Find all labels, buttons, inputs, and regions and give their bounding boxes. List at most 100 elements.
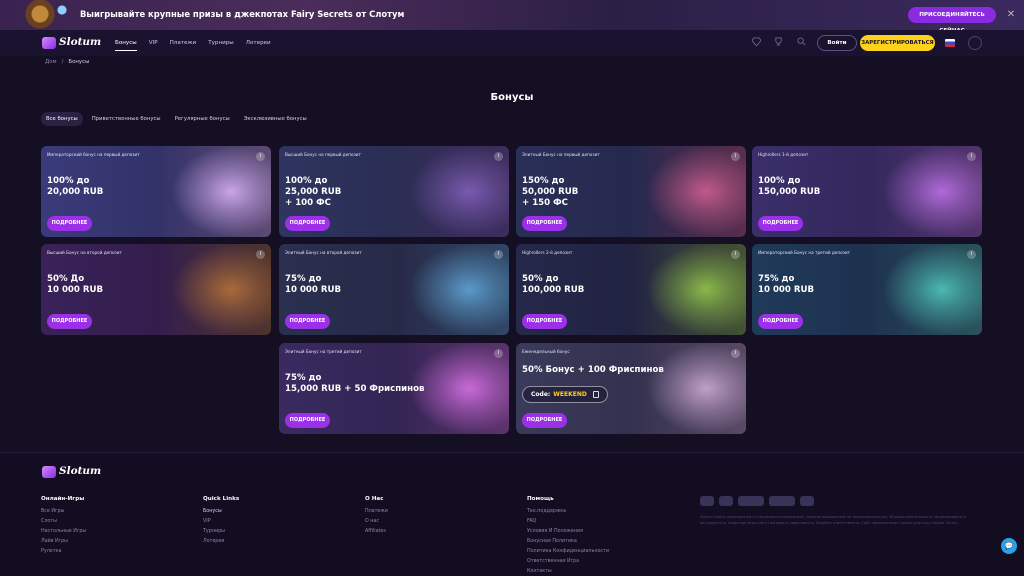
footer: Slotum Онлайн-Игры Все Игры Слоты Настольны… (0, 452, 1024, 576)
footer-link[interactable]: Бонусы (203, 507, 239, 517)
footer-link[interactable]: Лайв Игры (41, 537, 86, 547)
promo-code-label: Code: (531, 391, 551, 398)
footer-link[interactable]: Платежи (365, 507, 388, 517)
footer-link[interactable]: Тех.поддержка (527, 507, 609, 517)
footer-link[interactable]: Ответственная Игра (527, 557, 609, 567)
details-button[interactable]: ПОДРОБНЕЕ (758, 216, 803, 231)
bonus-card-offer: 100% до 150,000 RUB (758, 176, 821, 197)
bonus-card-offer: 150% до 50,000 RUB + 150 ФС (522, 176, 579, 208)
footer-link[interactable]: Турниры (203, 527, 239, 537)
tab-exclusive-bonuses[interactable]: Эксклюзивные бонусы (239, 112, 312, 126)
nav-item-bonuses[interactable]: Бонусы (115, 30, 137, 56)
details-button[interactable]: ПОДРОБНЕЕ (522, 413, 567, 428)
info-icon[interactable]: i (494, 152, 503, 161)
settings-icon[interactable] (968, 36, 982, 50)
info-icon[interactable]: i (494, 250, 503, 259)
trophy-icon[interactable] (772, 37, 785, 50)
footer-column-heading: О Нас (365, 496, 384, 502)
footer-link[interactable]: Условия И Положения (527, 527, 609, 537)
footer-link[interactable]: Политика Конфиденциальности (527, 547, 609, 557)
details-button[interactable]: ПОДРОБНЕЕ (522, 314, 567, 329)
legal-text: Slotum Casino принадлежит и управляется … (700, 515, 967, 525)
footer-logo[interactable]: Slotum (42, 465, 102, 479)
footer-link[interactable]: Лотереи (203, 537, 239, 547)
footer-link[interactable]: Слоты (41, 517, 86, 527)
footer-column-online-games: Онлайн-Игры Все Игры Слоты Настольные Игры Л… (41, 496, 86, 557)
breadcrumb-home[interactable]: Дом (45, 59, 57, 65)
footer-link[interactable]: Контакты (527, 567, 609, 576)
logo-gem-icon (42, 466, 56, 478)
bonus-card-supreme-2[interactable]: Высший Бонус на второй депозит 50% До 10 … (41, 244, 271, 335)
promo-art-image (0, 0, 80, 30)
bonus-card-offer: 75% до 10 000 RUB (285, 274, 342, 295)
nav-item-lotteries[interactable]: Лотереи (246, 30, 271, 56)
nav-item-tournaments[interactable]: Турниры (208, 30, 234, 56)
search-icon[interactable] (795, 37, 808, 50)
info-icon[interactable]: i (731, 152, 740, 161)
info-icon[interactable]: i (967, 152, 976, 161)
bonus-card-supreme-1[interactable]: Высший Бонус на первый депозит 100% до 25… (279, 146, 509, 237)
footer-column-about: О Нас Платежи О нас Affiliates (365, 496, 388, 537)
footer-link[interactable]: VIP (203, 517, 239, 527)
footer-link[interactable]: Все Игры (41, 507, 86, 517)
details-button[interactable]: ПОДРОБНЕЕ (285, 314, 330, 329)
bonus-card-elite-1[interactable]: Элитный Бонус на первый депозит 150% до 5… (516, 146, 746, 237)
promo-banner: Выигрывайте крупные призы в джекпотах Fa… (0, 0, 1024, 34)
info-icon[interactable]: i (256, 250, 265, 259)
bonus-card-offer: 50% До 10 000 RUB (47, 274, 104, 295)
bonus-card-highrollers-2[interactable]: Highrollers 2-й депозит 50% до 100,000 RU… (516, 244, 746, 335)
nav-item-vip[interactable]: VIP (149, 30, 158, 56)
close-icon[interactable]: ✕ (1003, 7, 1019, 23)
bonus-card-offer: 50% до 100,000 RUB (522, 274, 585, 295)
bonus-card-weekly[interactable]: Еженедельный бонус 50% Бонус + 100 Фриспи… (516, 343, 746, 434)
footer-column-heading: Quick Links (203, 496, 240, 502)
register-button[interactable]: ЗАРЕГИСТРИРОВАТЬСЯ (860, 35, 935, 51)
bonus-card-emperor-3[interactable]: Императорский Бонус на третий депозит 75%… (752, 244, 982, 335)
info-icon[interactable]: i (731, 250, 740, 259)
bonus-card-title: Императорский Бонус на третий депозит (758, 250, 851, 255)
license-seal-icon (800, 496, 814, 506)
details-button[interactable]: ПОДРОБНЕЕ (285, 413, 330, 428)
info-icon[interactable]: i (494, 349, 503, 358)
tab-welcome-bonuses[interactable]: Приветственные бонусы (87, 112, 166, 126)
footer-link[interactable]: FAQ (527, 517, 609, 527)
footer-link[interactable]: Настольные Игры (41, 527, 86, 537)
details-button[interactable]: ПОДРОБНЕЕ (758, 314, 803, 329)
footer-link[interactable]: Бонусная Политика (527, 537, 609, 547)
chat-icon[interactable]: 💬 (1001, 538, 1017, 554)
logo[interactable]: Slotum (42, 36, 101, 50)
tab-all-bonuses[interactable]: Все бонусы (41, 112, 83, 126)
bonus-card-emperor-1[interactable]: Императорский бонус на первый депозит 100… (41, 146, 271, 237)
footer-link[interactable]: Рулетка (41, 547, 86, 557)
promo-text: Выигрывайте крупные призы в джекпотах Fa… (80, 9, 405, 19)
footer-logo-text: Slotum (59, 465, 102, 477)
info-icon[interactable]: i (731, 349, 740, 358)
bonus-card-title: Элитный Бонус на третий депозит (285, 349, 362, 354)
copy-icon[interactable] (592, 391, 599, 398)
details-button[interactable]: ПОДРОБНЕЕ (47, 216, 92, 231)
info-icon[interactable]: i (967, 250, 976, 259)
logo-gem-icon (42, 37, 56, 49)
main-nav: Бонусы VIP Платежи Турниры Лотереи (115, 30, 271, 56)
diamond-icon[interactable] (750, 37, 763, 50)
promo-code-value: WEEKEND (553, 391, 587, 398)
footer-link[interactable]: О нас (365, 517, 388, 527)
gambling-therapy-logo (738, 496, 764, 506)
bonus-card-highrollers-1[interactable]: Highrollers 1-й депозит 100% до 150,000 R… (752, 146, 982, 237)
promo-code-pill[interactable]: Code: WEEKEND (522, 386, 608, 403)
nav-item-payments[interactable]: Платежи (170, 30, 197, 56)
details-button[interactable]: ПОДРОБНЕЕ (522, 216, 567, 231)
footer-column-quick-links: Quick Links Бонусы VIP Турниры Лотереи (203, 496, 239, 547)
bonus-card-elite-2[interactable]: Элитный Бонус на второй депозит 75% до 10… (279, 244, 509, 335)
details-button[interactable]: ПОДРОБНЕЕ (47, 314, 92, 329)
page-title: Бонусы (490, 92, 534, 103)
details-button[interactable]: ПОДРОБНЕЕ (285, 216, 330, 231)
info-icon[interactable]: i (256, 152, 265, 161)
language-flag-icon[interactable] (945, 39, 955, 47)
promo-join-button[interactable]: ПРИСОЕДИНЯЙТЕСЬ СЕЙЧАС (908, 7, 996, 34)
bonus-card-offer: 75% до 10 000 RUB (758, 274, 815, 295)
login-button[interactable]: Войти (817, 35, 857, 51)
bonus-card-elite-3[interactable]: Элитный Бонус на третий депозит 75% до 15… (279, 343, 509, 434)
tab-regular-bonuses[interactable]: Регулярные бонусы (170, 112, 235, 126)
footer-link[interactable]: Affiliates (365, 527, 388, 537)
